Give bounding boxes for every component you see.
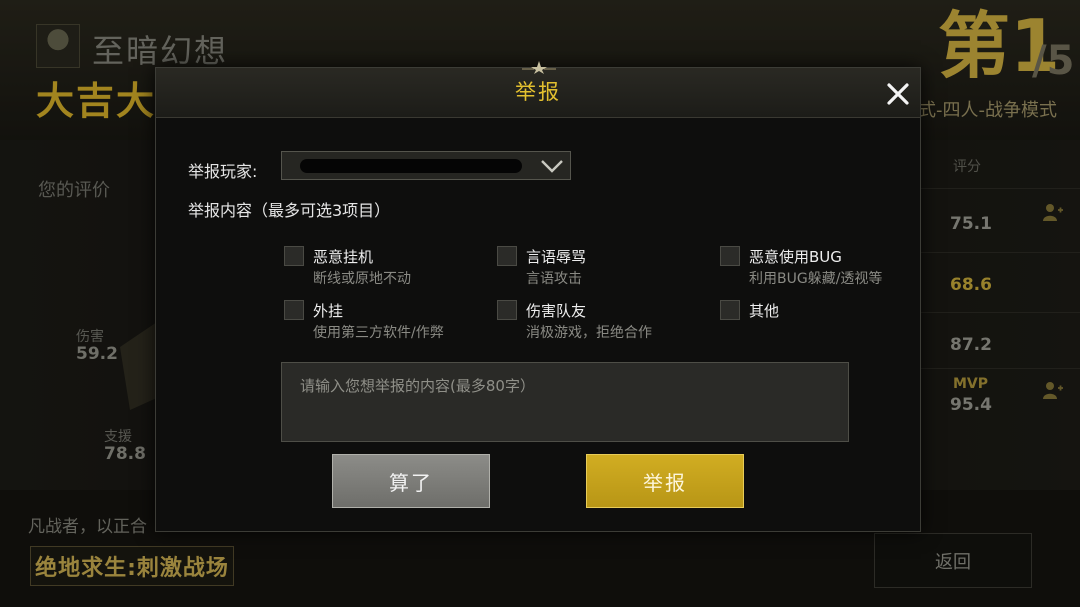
reported-player-label: 举报玩家: bbox=[188, 162, 258, 181]
option-title: 言语辱骂 bbox=[526, 248, 587, 266]
option-title: 外挂 bbox=[313, 302, 344, 320]
report-content-label: 举报内容（最多可选3项目） bbox=[188, 201, 391, 220]
afk-checkbox[interactable] bbox=[284, 246, 304, 266]
option-subtitle: 断线或原地不动 bbox=[313, 271, 411, 287]
option-title: 其他 bbox=[749, 302, 780, 320]
option-subtitle: 利用BUG躲藏/透视等 bbox=[749, 271, 883, 287]
abuse-checkbox[interactable] bbox=[497, 246, 517, 266]
submit-report-button[interactable]: 举报 bbox=[586, 454, 744, 508]
dialog-header: 举报 bbox=[156, 68, 920, 118]
option-title: 伤害队友 bbox=[526, 302, 587, 320]
option-title: 恶意挂机 bbox=[313, 248, 374, 266]
bug-checkbox[interactable] bbox=[720, 246, 740, 266]
option-title: 恶意使用BUG bbox=[749, 248, 842, 266]
reported-player-dropdown[interactable] bbox=[281, 151, 571, 180]
cheat-checkbox[interactable] bbox=[284, 300, 304, 320]
cancel-button[interactable]: 算了 bbox=[332, 454, 490, 508]
chevron-down-icon bbox=[541, 160, 563, 173]
other-checkbox[interactable] bbox=[720, 300, 740, 320]
report-detail-input[interactable] bbox=[281, 362, 849, 442]
close-icon[interactable] bbox=[882, 78, 914, 110]
redacted-player-name bbox=[300, 159, 522, 173]
teamkill-checkbox[interactable] bbox=[497, 300, 517, 320]
option-subtitle: 消极游戏，拒绝合作 bbox=[526, 325, 652, 341]
star-ornament-icon bbox=[522, 61, 556, 74]
option-subtitle: 使用第三方软件/作弊 bbox=[313, 325, 444, 341]
option-subtitle: 言语攻击 bbox=[526, 271, 582, 287]
dialog-title: 举报 bbox=[515, 80, 561, 104]
report-dialog: 举报 举报玩家: 举报内容（最多可选3项目） 恶意挂机 断线或原地不动 言语辱骂… bbox=[155, 61, 921, 532]
